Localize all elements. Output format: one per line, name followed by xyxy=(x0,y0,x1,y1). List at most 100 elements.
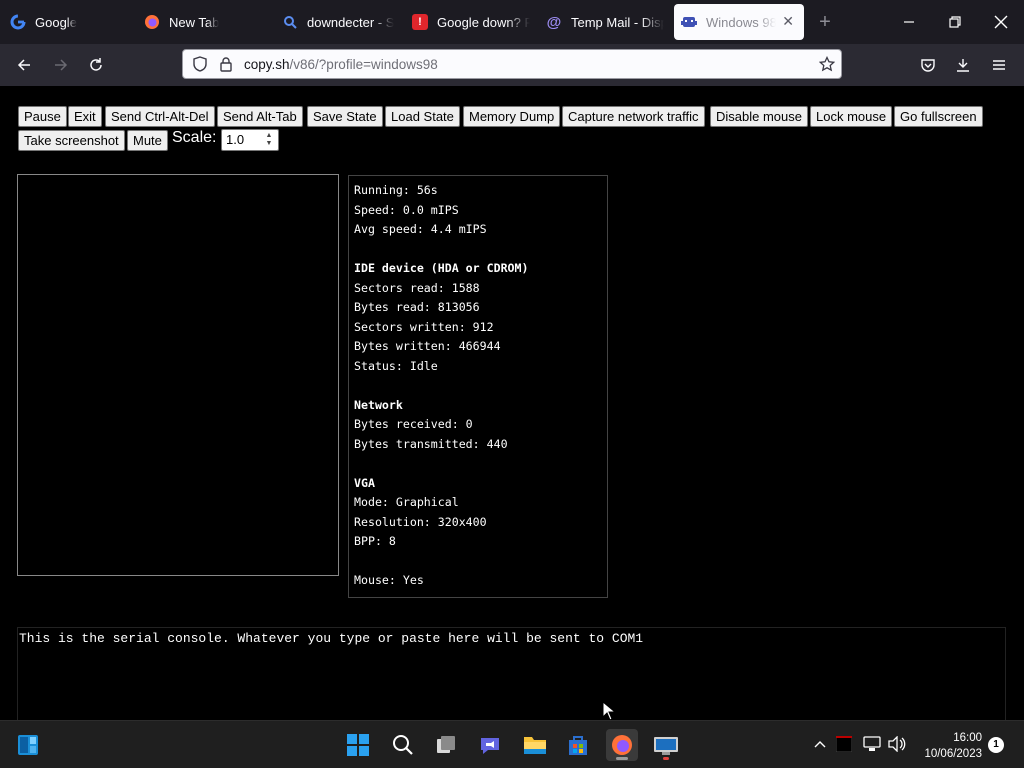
forward-arrow-icon xyxy=(55,59,68,71)
remote-desktop-button[interactable] xyxy=(650,729,682,761)
speaker-icon xyxy=(888,736,906,752)
pocket-button[interactable] xyxy=(913,50,943,80)
mute-button[interactable]: Mute xyxy=(127,130,168,151)
chat-icon xyxy=(481,738,499,754)
go-fullscreen-button[interactable]: Go fullscreen xyxy=(894,106,983,127)
show-hidden-icons-button[interactable] xyxy=(809,733,831,755)
alert-icon: ! xyxy=(412,14,428,30)
send-alt-tab-button[interactable]: Send Alt-Tab xyxy=(217,106,303,127)
minimize-button[interactable] xyxy=(886,0,932,44)
scale-input[interactable]: 1.0 ▲ ▼ xyxy=(221,129,279,151)
pause-button[interactable]: Pause xyxy=(18,106,67,127)
send-ctrl-alt-del-button[interactable]: Send Ctrl-Alt-Del xyxy=(105,106,215,127)
tab-downdetector-search[interactable]: downdecter - Sea xyxy=(282,4,394,40)
runtime-info-panel: Running: 56s Speed: 0.0 mIPS Avg speed: … xyxy=(348,175,608,598)
navigation-bar: copy.sh/v86/?profile=windows98 xyxy=(0,44,1024,86)
restore-button[interactable] xyxy=(932,0,978,44)
info-speed: Speed: 0.0 mIPS xyxy=(354,202,459,217)
info-bytes-read: Bytes read: 813056 xyxy=(354,300,480,314)
info-bytes-received: Bytes received: 0 xyxy=(354,417,473,431)
disable-mouse-button[interactable]: Disable mouse xyxy=(710,106,808,127)
info-ide-header: IDE device (HDA or CDROM) xyxy=(354,261,529,275)
windows-start-icon xyxy=(347,734,369,756)
reload-button[interactable] xyxy=(81,50,111,80)
task-view-icon xyxy=(437,736,455,753)
reload-icon xyxy=(90,58,102,71)
save-state-button[interactable]: Save State xyxy=(307,106,383,127)
info-sectors-read: Sectors read: 1588 xyxy=(354,280,480,295)
new-tab-button[interactable]: + xyxy=(803,0,847,44)
forward-button[interactable] xyxy=(46,50,76,80)
scale-value: 1.0 xyxy=(226,132,245,147)
load-state-button[interactable]: Load State xyxy=(385,106,460,127)
bookmark-star-icon[interactable] xyxy=(819,56,835,72)
shield-icon[interactable] xyxy=(192,56,208,72)
taskbar: 16:00 10/06/2023 1 xyxy=(0,720,1024,768)
info-vga-header: VGA xyxy=(354,475,375,490)
info-bytes-transmitted: Bytes transmitted: 440 xyxy=(354,436,508,451)
url-host: copy.sh xyxy=(244,57,290,72)
info-mode: Mode: Graphical xyxy=(354,495,459,509)
firefox-icon xyxy=(612,735,632,755)
microsoft-store-button[interactable] xyxy=(562,729,594,761)
at-icon: @ xyxy=(546,13,562,31)
task-view-button[interactable] xyxy=(430,729,462,761)
google-icon xyxy=(10,14,26,30)
clock-time: 16:00 xyxy=(953,732,982,744)
active-window-indicator xyxy=(616,757,628,760)
info-running: Running: 56s xyxy=(354,183,438,197)
search-icon xyxy=(282,14,298,30)
capture-network-traffic-button[interactable]: Capture network traffic xyxy=(562,106,705,127)
widgets-button[interactable] xyxy=(12,729,44,761)
tab-new-tab[interactable]: New Tab xyxy=(144,4,269,40)
notification-badge[interactable]: 1 xyxy=(988,737,1004,753)
tray-app-button[interactable] xyxy=(833,733,855,755)
network-icon xyxy=(863,736,881,751)
tab-google[interactable]: Google xyxy=(10,4,130,40)
folder-icon xyxy=(524,737,546,754)
file-explorer-button[interactable] xyxy=(519,729,551,761)
teams-chat-button[interactable] xyxy=(474,729,506,761)
clock[interactable]: 16:00 10/06/2023 xyxy=(912,730,982,762)
info-bytes-written: Bytes written: 466944 xyxy=(354,339,501,353)
chevron-up-icon xyxy=(814,741,826,748)
firefox-taskbar-button[interactable] xyxy=(606,729,638,761)
info-bpp: BPP: 8 xyxy=(354,534,396,548)
volume-button[interactable] xyxy=(886,733,908,755)
url-bar[interactable]: copy.sh/v86/?profile=windows98 xyxy=(182,49,842,79)
lock-icon[interactable] xyxy=(219,56,233,72)
network-status-button[interactable] xyxy=(861,733,883,755)
mouse-cursor-icon xyxy=(602,701,616,720)
remote-desktop-icon xyxy=(654,737,678,755)
minimize-icon xyxy=(904,21,914,23)
menu-button[interactable] xyxy=(984,50,1014,80)
emulator-screen[interactable] xyxy=(17,174,339,576)
info-sectors-written: Sectors written: 912 xyxy=(354,319,494,334)
restore-icon xyxy=(949,16,961,28)
start-button[interactable] xyxy=(342,729,374,761)
tab-google-down[interactable]: ! Google down? Re xyxy=(412,4,530,40)
widgets-icon xyxy=(18,735,38,755)
tab-windows98[interactable]: Windows 98 - ✕ xyxy=(674,4,804,40)
scale-spinner[interactable]: ▲ ▼ xyxy=(263,132,275,148)
info-resolution: Resolution: 320x400 xyxy=(354,514,487,529)
store-icon xyxy=(569,736,587,755)
serial-console[interactable]: This is the serial console. Whatever you… xyxy=(17,627,1006,720)
tab-temp-mail[interactable]: @ Temp Mail - Disp xyxy=(546,4,664,40)
memory-dump-button[interactable]: Memory Dump xyxy=(463,106,561,127)
lock-mouse-button[interactable]: Lock mouse xyxy=(810,106,893,127)
close-icon xyxy=(994,15,1008,29)
firefox-icon xyxy=(144,14,160,30)
serial-console-text: This is the serial console. Whatever you… xyxy=(19,631,644,646)
back-arrow-icon xyxy=(17,59,30,71)
close-window-button[interactable] xyxy=(978,0,1024,44)
take-screenshot-button[interactable]: Take screenshot xyxy=(18,130,125,151)
attention-indicator xyxy=(663,757,669,760)
back-button[interactable] xyxy=(9,50,39,80)
exit-button[interactable]: Exit xyxy=(68,106,102,127)
downloads-button[interactable] xyxy=(948,50,978,80)
taskbar-search-button[interactable] xyxy=(387,729,419,761)
clock-date: 10/06/2023 xyxy=(924,748,982,760)
page-content: Pause Exit Send Ctrl-Alt-Del Send Alt-Ta… xyxy=(0,86,1024,720)
close-tab-icon[interactable]: ✕ xyxy=(782,14,794,28)
